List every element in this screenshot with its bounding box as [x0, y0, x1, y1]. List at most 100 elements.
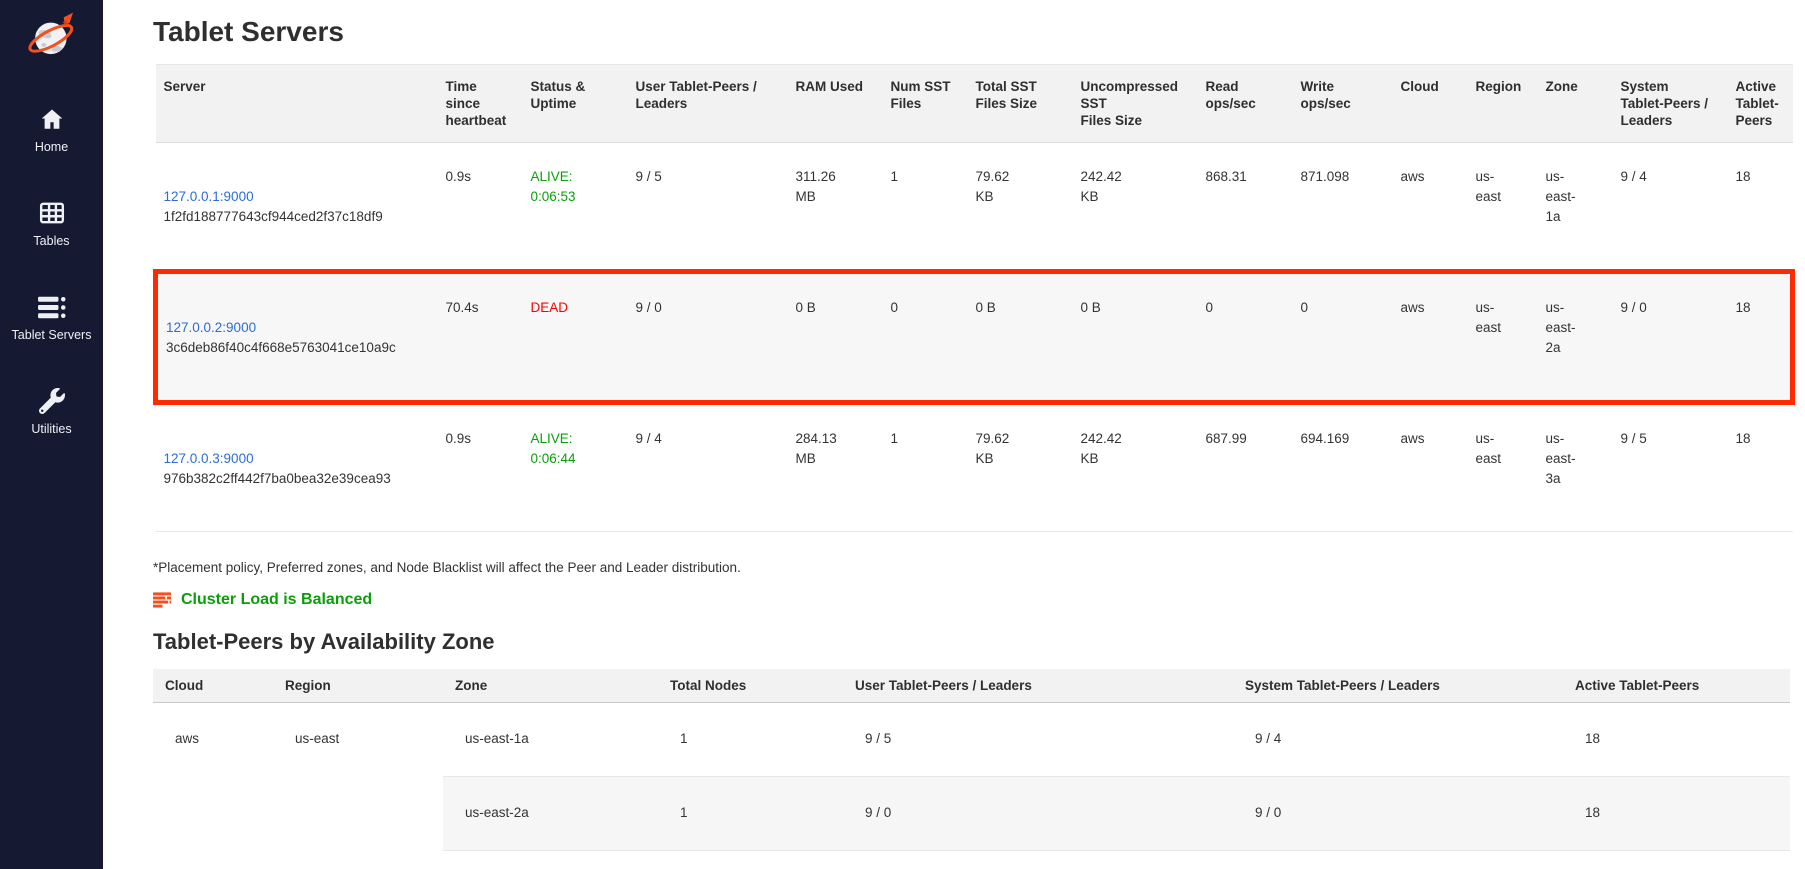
- section-title-tablet-peers-by-az: Tablet-Peers by Availability Zone: [153, 629, 1805, 655]
- column-header-cloud: Cloud: [153, 669, 273, 703]
- cell-uncompressed-sst-size: 242.42 KB: [1073, 403, 1198, 532]
- cell-uncompressed-sst-size: 0 B: [1073, 272, 1198, 403]
- cell-zone: us- east- 1a: [1538, 143, 1613, 272]
- cell-system-tablet-peers: 9 / 4: [1613, 143, 1728, 272]
- cell-region: us- east: [1468, 403, 1538, 532]
- cell-zone: us-east-2a: [443, 777, 658, 851]
- cell-heartbeat: 0.9s: [438, 403, 523, 532]
- column-header-active-tablet-peers: Active Tablet-Peers: [1563, 669, 1790, 703]
- cell-num-sst-files: 1: [883, 403, 968, 532]
- tablet-server-row-dead-highlighted: 127.0.0.2:9000 3c6deb86f40c4f668e5763041…: [156, 272, 1793, 403]
- column-header-status-uptime: Status & Uptime: [523, 65, 628, 143]
- cell-region: us- east: [1468, 272, 1538, 403]
- server-address-link[interactable]: 127.0.0.3:9000: [164, 449, 254, 469]
- cell-active-tablet-peers: 18: [1563, 851, 1790, 869]
- utilities-wrench-icon: [35, 386, 69, 416]
- cell-write-ops: 0: [1293, 272, 1393, 403]
- cell-active-tablet-peers: 18: [1728, 143, 1793, 272]
- cell-total-nodes: 1: [658, 703, 843, 777]
- cell-server: 127.0.0.2:9000 3c6deb86f40c4f668e5763041…: [156, 272, 438, 403]
- main-content: Tablet Servers Server Time since heartbe…: [103, 0, 1805, 869]
- column-header-user-tablet-peers: User Tablet-Peers / Leaders: [843, 669, 1233, 703]
- az-tablet-peers-table: Cloud Region Zone Total Nodes User Table…: [153, 669, 1790, 869]
- sidebar-item-label: Utilities: [31, 422, 71, 436]
- sidebar-item-label: Tables: [33, 234, 69, 248]
- cell-heartbeat: 70.4s: [438, 272, 523, 403]
- sidebar-item-label: Home: [35, 140, 68, 154]
- tablet-servers-icon: [35, 292, 69, 322]
- cell-zone: us-east-1a: [443, 703, 658, 777]
- sidebar-item-tables[interactable]: Tables: [0, 198, 103, 248]
- app-logo[interactable]: [24, 8, 80, 64]
- cluster-load-status-text: Cluster Load is Balanced: [181, 591, 372, 609]
- sidebar-item-utilities[interactable]: Utilities: [0, 386, 103, 436]
- cell-zone: us- east- 2a: [1538, 272, 1613, 403]
- cell-status: DEAD: [523, 272, 628, 403]
- sidebar-item-tablet-servers[interactable]: Tablet Servers: [0, 292, 103, 342]
- cell-read-ops: 868.31: [1198, 143, 1293, 272]
- cell-read-ops: 0: [1198, 272, 1293, 403]
- cell-uncompressed-sst-size: 242.42 KB: [1073, 143, 1198, 272]
- server-uuid: 3c6deb86f40c4f668e5763041ce10a9c: [166, 338, 430, 358]
- column-header-write-ops: Write ops/sec: [1293, 65, 1393, 143]
- cell-ram-used: 311.26 MB: [788, 143, 883, 272]
- cell-active-tablet-peers: 18: [1728, 272, 1793, 403]
- server-address-link[interactable]: 127.0.0.2:9000: [166, 318, 256, 338]
- sidebar-item-home[interactable]: Home: [0, 104, 103, 154]
- cell-user-tablet-peers: 9 / 5: [843, 703, 1233, 777]
- column-header-zone: Zone: [443, 669, 658, 703]
- column-header-active-tablet-peers: Active Tablet- Peers: [1728, 65, 1793, 143]
- cell-user-tablet-peers: 9 / 0: [628, 272, 788, 403]
- column-header-total-nodes: Total Nodes: [658, 669, 843, 703]
- cell-write-ops: 871.098: [1293, 143, 1393, 272]
- cell-status: ALIVE: 0:06:44: [523, 403, 628, 532]
- cell-status: ALIVE: 0:06:53: [523, 143, 628, 272]
- column-header-cloud: Cloud: [1393, 65, 1468, 143]
- column-header-read-ops: Read ops/sec: [1198, 65, 1293, 143]
- placement-footnote: *Placement policy, Preferred zones, and …: [153, 560, 1805, 575]
- column-header-num-sst-files: Num SST Files: [883, 65, 968, 143]
- cell-num-sst-files: 0: [883, 272, 968, 403]
- tablet-server-row: 127.0.0.3:9000 976b382c2ff442f7ba0bea32e…: [156, 403, 1793, 532]
- cluster-load-status[interactable]: Cluster Load is Balanced: [153, 591, 1805, 609]
- cell-system-tablet-peers: 9 / 5: [1233, 851, 1563, 869]
- cell-total-nodes: 1: [658, 851, 843, 869]
- cell-ram-used: 0 B: [788, 272, 883, 403]
- column-header-system-tablet-peers: System Tablet-Peers / Leaders: [1613, 65, 1728, 143]
- home-icon: [35, 104, 69, 134]
- cell-system-tablet-peers: 9 / 0: [1233, 777, 1563, 851]
- cluster-load-bars-icon: [153, 592, 172, 608]
- cell-system-tablet-peers: 9 / 5: [1613, 403, 1728, 532]
- cell-zone: us- east- 3a: [1538, 403, 1613, 532]
- cell-read-ops: 687.99: [1198, 403, 1293, 532]
- cell-total-nodes: 1: [658, 777, 843, 851]
- cell-active-tablet-peers: 18: [1563, 777, 1790, 851]
- cell-total-sst-size: 79.62 KB: [968, 143, 1073, 272]
- column-header-region: Region: [273, 669, 443, 703]
- servers-table-header-row: Server Time since heartbeat Status & Upt…: [156, 65, 1793, 143]
- yugabyte-planet-icon: [24, 51, 80, 68]
- cell-num-sst-files: 1: [883, 143, 968, 272]
- column-header-region: Region: [1468, 65, 1538, 143]
- cell-cloud: aws: [1393, 403, 1468, 532]
- sidebar-item-label: Tablet Servers: [12, 328, 92, 342]
- column-header-ram-used: RAM Used: [788, 65, 883, 143]
- tables-icon: [35, 198, 69, 228]
- column-header-uncompressed-sst-size: Uncompressed SST Files Size: [1073, 65, 1198, 143]
- cell-user-tablet-peers: 9 / 5: [628, 143, 788, 272]
- cell-active-tablet-peers: 18: [1563, 703, 1790, 777]
- cell-server: 127.0.0.3:9000 976b382c2ff442f7ba0bea32e…: [156, 403, 438, 532]
- column-header-system-tablet-peers: System Tablet-Peers / Leaders: [1233, 669, 1563, 703]
- column-header-user-tablet-peers: User Tablet-Peers / Leaders: [628, 65, 788, 143]
- cell-system-tablet-peers: 9 / 4: [1233, 703, 1563, 777]
- page-title: Tablet Servers: [153, 16, 1805, 48]
- tablet-server-row: 127.0.0.1:9000 1f2fd188777643cf944ced2f3…: [156, 143, 1793, 272]
- cell-active-tablet-peers: 18: [1728, 403, 1793, 532]
- app: Home Tables Tablet: [0, 0, 1805, 869]
- column-header-server: Server: [156, 65, 438, 143]
- server-address-link[interactable]: 127.0.0.1:9000: [164, 187, 254, 207]
- server-uuid: 1f2fd188777643cf944ced2f37c18df9: [164, 207, 430, 227]
- column-header-zone: Zone: [1538, 65, 1613, 143]
- az-row: aws us-east us-east-1a 1 9 / 5 9 / 4 18: [153, 703, 1790, 777]
- cell-write-ops: 694.169: [1293, 403, 1393, 532]
